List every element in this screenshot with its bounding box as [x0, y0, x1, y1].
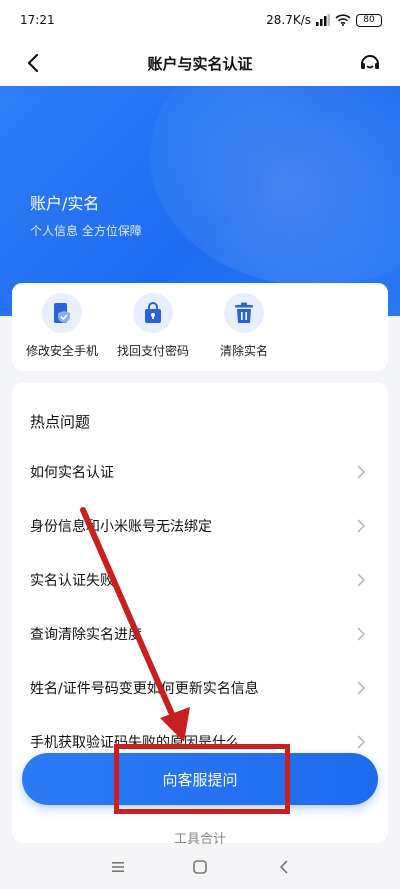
status-time: 17:21: [20, 13, 55, 27]
chevron-right-icon: [357, 681, 366, 695]
faq-item[interactable]: 如何实名认证: [12, 445, 388, 499]
nav-bar: 账户与实名认证: [0, 40, 400, 86]
faq-item-text: 查询清除实名进度: [30, 627, 142, 643]
faq-item-text: 手机获取验证码失败的原因是什么: [30, 735, 240, 751]
faq-item-text: 实名认证失败: [30, 573, 114, 589]
change-security-phone-button[interactable]: 修改安全手机: [22, 293, 102, 365]
chevron-right-icon: [357, 519, 366, 533]
hot-questions-header: 热点问题: [30, 413, 91, 431]
customer-service-icon[interactable]: [358, 51, 382, 75]
action-label: 清除实名: [219, 344, 268, 358]
menu-icon[interactable]: [108, 857, 128, 877]
page-title: 账户与实名认证: [147, 54, 253, 73]
action-label: 找回支付密码: [116, 344, 189, 358]
ask-customer-service-button[interactable]: 向客服提问: [22, 753, 378, 805]
signal-icon: [316, 14, 330, 26]
recover-pay-password-button[interactable]: 找回支付密码: [113, 293, 193, 365]
faq-item[interactable]: 实名认证失败: [12, 553, 388, 607]
back-arrow-icon[interactable]: [22, 51, 46, 75]
hero-subtitle: 个人信息 全方位保障: [30, 224, 142, 238]
chevron-right-icon: [357, 735, 366, 749]
lock-bag-icon: [133, 293, 173, 333]
battery-level: 80: [363, 14, 375, 25]
system-nav-bar: [0, 845, 400, 889]
faq-item[interactable]: 身份信息和小米账号无法绑定: [12, 499, 388, 553]
battery-icon: 80: [356, 13, 382, 27]
faq-item-text: 姓名/证件号码变更如何更新实名信息: [30, 681, 259, 697]
faq-item-text: 如何实名认证: [30, 465, 114, 481]
hero-decoration: [150, 86, 400, 286]
clear-realname-button[interactable]: 清除实名: [204, 293, 284, 365]
chevron-right-icon: [357, 627, 366, 641]
back-icon[interactable]: [274, 857, 294, 877]
faq-item[interactable]: 姓名/证件号码变更如何更新实名信息: [12, 661, 388, 715]
action-label: 修改安全手机: [25, 344, 98, 358]
chevron-right-icon: [357, 573, 366, 587]
network-speed: 28.7K/s: [266, 13, 311, 27]
faq-item[interactable]: 查询清除实名进度: [12, 607, 388, 661]
home-icon[interactable]: [190, 857, 210, 877]
trash-icon: [224, 293, 264, 333]
status-bar: 17:21 28.7K/s 80: [0, 0, 400, 40]
quick-actions-card: 修改安全手机 找回支付密码 清除实名: [12, 283, 388, 371]
hero-title: 账户/实名: [30, 194, 100, 213]
faq-item-text: 身份信息和小米账号无法绑定: [30, 519, 212, 535]
wifi-icon: [335, 14, 351, 26]
hero-banner: 账户/实名 个人信息 全方位保障: [0, 86, 400, 316]
phone-shield-icon: [42, 293, 82, 333]
chevron-right-icon: [357, 465, 366, 479]
ask-button-label: 向客服提问: [162, 770, 238, 789]
status-right: 28.7K/s 80: [266, 13, 382, 27]
tools-section-label: 工具合计: [173, 832, 226, 844]
